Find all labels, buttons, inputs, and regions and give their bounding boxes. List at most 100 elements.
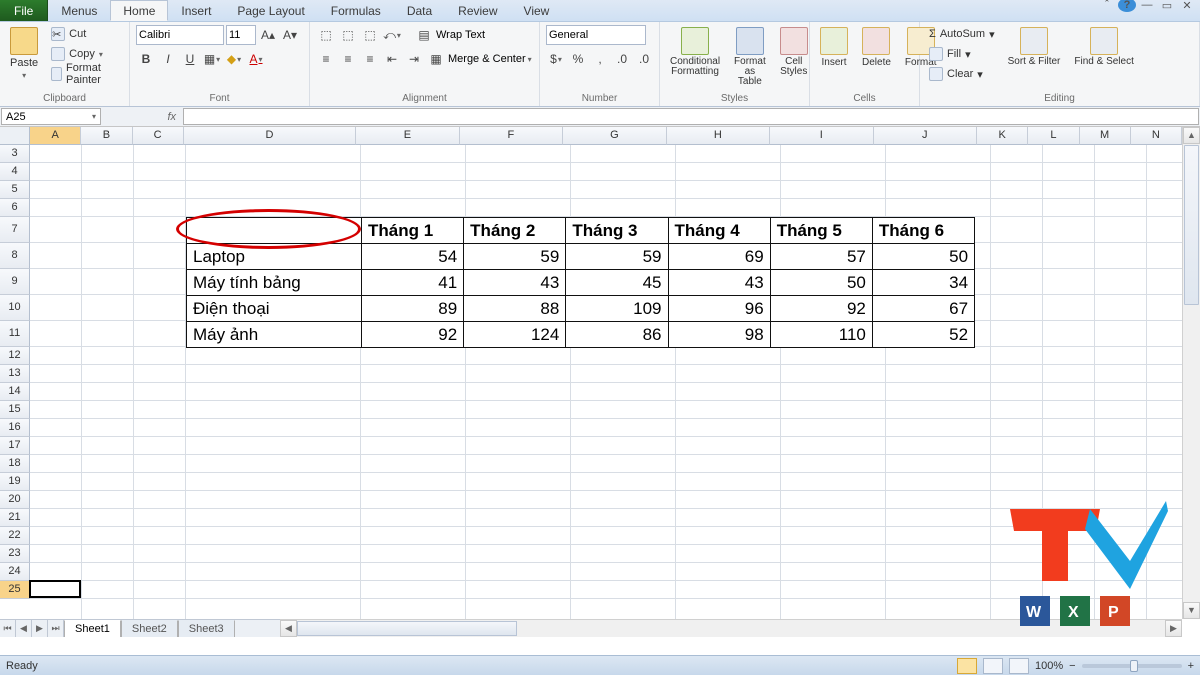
window-restore-icon[interactable]: ▭: [1158, 0, 1176, 12]
clear-button[interactable]: Clear ▾: [926, 65, 998, 83]
orientation-icon[interactable]: ⤺: [382, 25, 402, 45]
table-cell[interactable]: 92: [770, 296, 872, 322]
row-header-4[interactable]: 4: [0, 163, 30, 181]
table-header[interactable]: Tháng 3: [566, 218, 668, 244]
vertical-scrollbar[interactable]: ▲ ▼: [1182, 127, 1200, 619]
col-header-H[interactable]: H: [667, 127, 770, 145]
tab-insert[interactable]: Insert: [168, 0, 224, 21]
indent-dec-icon[interactable]: ⇤: [382, 49, 402, 69]
align-center-icon[interactable]: ≡: [338, 49, 358, 69]
sheet-next-icon[interactable]: ▶: [32, 620, 48, 637]
table-row-label[interactable]: Điện thoại: [187, 296, 362, 322]
table-row-label[interactable]: Laptop: [187, 244, 362, 270]
table-cell[interactable]: 98: [668, 322, 770, 348]
grow-font-icon[interactable]: A▴: [258, 25, 278, 45]
row-header-18[interactable]: 18: [0, 455, 30, 473]
scroll-thumb-horizontal[interactable]: [297, 621, 517, 636]
row-headers[interactable]: 345678910111213141516171819202122232425: [0, 145, 30, 619]
row-header-16[interactable]: 16: [0, 419, 30, 437]
table-cell[interactable]: 34: [872, 270, 974, 296]
table-cell[interactable]: 52: [872, 322, 974, 348]
dec-decimal-icon[interactable]: .0: [634, 49, 654, 69]
select-all-corner[interactable]: [0, 127, 30, 145]
tab-page-layout[interactable]: Page Layout: [224, 0, 317, 21]
merge-button[interactable]: Merge & Center: [448, 53, 526, 65]
col-header-J[interactable]: J: [874, 127, 977, 145]
copy-button[interactable]: Copy ▾: [48, 45, 123, 63]
table-cell[interactable]: 67: [872, 296, 974, 322]
delete-cells-button[interactable]: Delete: [858, 25, 895, 70]
format-as-table-button[interactable]: Format as Table: [730, 25, 770, 89]
zoom-label[interactable]: 100%: [1035, 660, 1063, 672]
bold-button[interactable]: B: [136, 49, 156, 69]
table-cell[interactable]: 69: [668, 244, 770, 270]
font-size-input[interactable]: [226, 25, 256, 45]
tab-view[interactable]: View: [511, 0, 563, 21]
window-minimize-icon[interactable]: —: [1138, 0, 1156, 12]
ribbon-minimize-icon[interactable]: ˆ: [1098, 0, 1116, 12]
align-left-icon[interactable]: ≡: [316, 49, 336, 69]
table-cell[interactable]: 96: [668, 296, 770, 322]
tab-formulas[interactable]: Formulas: [318, 0, 394, 21]
fill-button[interactable]: Fill ▾: [926, 45, 998, 63]
table-cell[interactable]: 43: [464, 270, 566, 296]
row-header-11[interactable]: 11: [0, 321, 30, 347]
align-top-icon[interactable]: ⬚: [316, 25, 336, 45]
cut-button[interactable]: ✂Cut: [48, 25, 123, 43]
shrink-font-icon[interactable]: A▾: [280, 25, 300, 45]
name-box[interactable]: A25▾: [1, 108, 101, 125]
table-cell[interactable]: 109: [566, 296, 668, 322]
table-cell[interactable]: 54: [362, 244, 464, 270]
table-cell[interactable]: 41: [362, 270, 464, 296]
row-header-7[interactable]: 7: [0, 217, 30, 243]
col-header-G[interactable]: G: [563, 127, 666, 145]
table-header[interactable]: Tháng 2: [464, 218, 566, 244]
sheet-first-icon[interactable]: ⏮: [0, 620, 16, 637]
row-header-19[interactable]: 19: [0, 473, 30, 491]
row-header-13[interactable]: 13: [0, 365, 30, 383]
zoom-out-icon[interactable]: −: [1069, 660, 1075, 672]
row-header-25[interactable]: 25: [0, 581, 30, 599]
col-header-D[interactable]: D: [184, 127, 356, 145]
file-tab[interactable]: File: [0, 0, 48, 21]
sheet-last-icon[interactable]: ⏭: [48, 620, 64, 637]
row-header-17[interactable]: 17: [0, 437, 30, 455]
format-painter-button[interactable]: Format Painter: [48, 65, 123, 83]
table-cell[interactable]: 89: [362, 296, 464, 322]
table-row-label[interactable]: Máy tính bảng: [187, 270, 362, 296]
sheet-tab-sheet2[interactable]: Sheet2: [121, 620, 178, 638]
column-headers[interactable]: ABCDEFGHIJKLMN: [30, 127, 1182, 145]
row-header-23[interactable]: 23: [0, 545, 30, 563]
formula-input[interactable]: [183, 108, 1199, 125]
row-header-9[interactable]: 9: [0, 269, 30, 295]
tab-review[interactable]: Review: [445, 0, 510, 21]
page-layout-view-icon[interactable]: [983, 658, 1003, 674]
col-header-L[interactable]: L: [1028, 127, 1079, 145]
table-cell[interactable]: 45: [566, 270, 668, 296]
row-header-15[interactable]: 15: [0, 401, 30, 419]
sheet-tab-sheet1[interactable]: Sheet1: [64, 620, 121, 638]
active-cell[interactable]: [29, 580, 81, 598]
sheet-prev-icon[interactable]: ◀: [16, 620, 32, 637]
font-name-input[interactable]: [136, 25, 224, 45]
scroll-left-icon[interactable]: ◀: [280, 620, 297, 637]
align-middle-icon[interactable]: ⬚: [338, 25, 358, 45]
sort-filter-button[interactable]: Sort & Filter: [1004, 25, 1065, 69]
font-color-button[interactable]: A: [246, 49, 266, 69]
inc-decimal-icon[interactable]: .0: [612, 49, 632, 69]
currency-icon[interactable]: $: [546, 49, 566, 69]
table-header[interactable]: Tháng 6: [872, 218, 974, 244]
italic-button[interactable]: I: [158, 49, 178, 69]
underline-button[interactable]: U: [180, 49, 200, 69]
row-header-12[interactable]: 12: [0, 347, 30, 365]
col-header-I[interactable]: I: [770, 127, 873, 145]
table-header[interactable]: Tháng 1: [362, 218, 464, 244]
scroll-down-icon[interactable]: ▼: [1183, 602, 1200, 619]
data-table[interactable]: Tháng 1Tháng 2Tháng 3Tháng 4Tháng 5Tháng…: [186, 217, 975, 348]
table-row-label[interactable]: Máy ảnh: [187, 322, 362, 348]
number-format-select[interactable]: [546, 25, 646, 45]
paste-button[interactable]: Paste ▾: [6, 25, 42, 82]
col-header-F[interactable]: F: [460, 127, 563, 145]
table-cell[interactable]: 43: [668, 270, 770, 296]
table-cell[interactable]: 92: [362, 322, 464, 348]
